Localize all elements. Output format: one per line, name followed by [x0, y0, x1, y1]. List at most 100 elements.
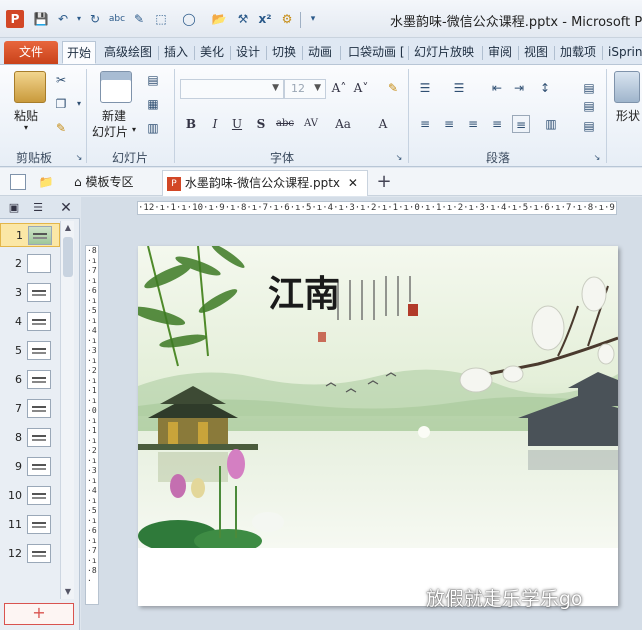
- current-slide[interactable]: 江南: [138, 246, 618, 606]
- slide-thumbnail-1[interactable]: 1: [0, 223, 60, 247]
- powerpoint-logo-icon[interactable]: P: [6, 10, 24, 28]
- text-direction-icon[interactable]: ▤: [580, 79, 598, 97]
- distributed-icon[interactable]: ≡: [512, 115, 530, 133]
- align-text-icon[interactable]: ▤: [580, 97, 598, 115]
- slides-scrollbar[interactable]: ▲ ▼: [60, 221, 74, 599]
- change-case-icon[interactable]: Aa: [334, 115, 352, 133]
- justify-icon[interactable]: ≡: [488, 115, 506, 133]
- close-panel-icon[interactable]: ✕: [56, 199, 76, 217]
- tab-insert[interactable]: 插入: [160, 41, 192, 64]
- copy-icon[interactable]: ❐: [52, 95, 70, 113]
- scrollbar-thumb[interactable]: [63, 237, 73, 277]
- paste-icon[interactable]: [14, 71, 46, 103]
- underline-icon[interactable]: U: [228, 115, 246, 133]
- draw-icon[interactable]: ✎: [130, 10, 148, 28]
- tab-animations[interactable]: 动画: [304, 41, 336, 64]
- font-name-combo[interactable]: ▼: [180, 79, 284, 99]
- tab-slideshow[interactable]: 幻灯片放映: [410, 41, 478, 64]
- paste-dropdown-icon[interactable]: ▾: [24, 123, 28, 132]
- scroll-up-icon[interactable]: ▲: [61, 221, 75, 235]
- font-launcher-icon[interactable]: ↘: [390, 149, 408, 167]
- font-color-icon[interactable]: A: [374, 115, 392, 133]
- slide-thumbnail-3[interactable]: 3: [0, 281, 60, 305]
- customize-dropdown-icon[interactable]: ▾: [304, 10, 322, 28]
- decrease-indent-icon[interactable]: ⇤: [488, 79, 506, 97]
- close-icon[interactable]: ✕: [348, 176, 358, 190]
- add-slide-button[interactable]: +: [4, 603, 74, 625]
- slides-view-icon[interactable]: ▣: [4, 199, 24, 217]
- increase-indent-icon[interactable]: ⇥: [510, 79, 528, 97]
- slide-thumbnail-12[interactable]: 12: [0, 542, 60, 566]
- save-icon[interactable]: 💾: [32, 10, 50, 28]
- format-painter-icon[interactable]: ✎: [52, 119, 70, 137]
- add-tab-icon[interactable]: +: [376, 173, 392, 191]
- tab-view[interactable]: 视图: [520, 41, 552, 64]
- outline-view-icon[interactable]: ☰: [28, 199, 48, 217]
- tab-active-document[interactable]: P 水墨韵味-微信公众课程.pptx ✕: [162, 170, 368, 196]
- italic-icon[interactable]: I: [206, 115, 224, 133]
- horizontal-ruler[interactable]: ·12·ı·1·ı·10·ı·9·ı·8·ı·7·ı·6·ı·5·ı·4·ı·3…: [137, 201, 617, 215]
- tab-home[interactable]: 开始: [62, 41, 97, 64]
- section-icon[interactable]: ▥: [144, 119, 162, 137]
- tab-file[interactable]: 文件: [4, 41, 58, 64]
- bold-icon[interactable]: B: [182, 115, 200, 133]
- new-slide-label-1[interactable]: 新建: [102, 107, 126, 124]
- cut-icon[interactable]: ✂: [52, 71, 70, 89]
- redo-icon[interactable]: ↻: [86, 10, 104, 28]
- bullets-icon[interactable]: ☰: [416, 79, 434, 97]
- shapes-icon[interactable]: ◯: [180, 10, 198, 28]
- paste-label[interactable]: 粘贴: [14, 107, 38, 124]
- tab-advanced-draw[interactable]: 高级绘图: [100, 41, 156, 64]
- vertical-ruler[interactable]: ·8·ı·7·ı·6·ı·5·ı·4·ı·3·ı·2·ı·1·ı·0·ı·1·ı…: [85, 245, 99, 605]
- slide-thumbnail-5[interactable]: 5: [0, 339, 60, 363]
- scroll-down-icon[interactable]: ▼: [61, 585, 75, 599]
- align-left-icon[interactable]: ≡: [416, 115, 434, 133]
- reset-icon[interactable]: ▦: [144, 95, 162, 113]
- new-document-icon[interactable]: [10, 174, 26, 190]
- slide-thumbnail-4[interactable]: 4: [0, 310, 60, 334]
- clear-format-icon[interactable]: ✎: [384, 79, 402, 97]
- char-spacing-icon[interactable]: AV: [302, 115, 320, 133]
- shadow-icon[interactable]: S: [252, 115, 270, 133]
- layout-icon[interactable]: ▤: [144, 71, 162, 89]
- group-icon[interactable]: ⬚: [152, 10, 170, 28]
- slide-thumbnail-8[interactable]: 8: [0, 426, 60, 450]
- grow-font-icon[interactable]: A˄: [330, 79, 348, 97]
- superscript-icon[interactable]: x²: [256, 10, 274, 28]
- slide-thumbnail-6[interactable]: 6: [0, 368, 60, 392]
- align-right-icon[interactable]: ≡: [464, 115, 482, 133]
- font-size-combo[interactable]: 12 ▼: [284, 79, 326, 99]
- tab-ispring[interactable]: iSpring: [604, 41, 642, 64]
- paragraph-launcher-icon[interactable]: ↘: [588, 149, 606, 167]
- slide-thumbnail-10[interactable]: 10: [0, 484, 60, 508]
- tab-pocket-animation[interactable]: 口袋动画 [: [344, 41, 409, 64]
- slide-thumbnail-11[interactable]: 11: [0, 513, 60, 537]
- tab-design[interactable]: 设计: [232, 41, 264, 64]
- tools-icon[interactable]: ⚒: [234, 10, 252, 28]
- slide-thumb-image: [27, 312, 51, 331]
- shapes-icon[interactable]: [614, 71, 640, 103]
- open-folder-icon[interactable]: 📁: [38, 174, 54, 190]
- align-center-icon[interactable]: ≡: [440, 115, 458, 133]
- line-spacing-icon[interactable]: ↕: [536, 79, 554, 97]
- smartart-icon[interactable]: ▤: [580, 117, 598, 135]
- spelling-icon[interactable]: abc: [108, 10, 126, 28]
- tab-transitions[interactable]: 切换: [268, 41, 300, 64]
- open-icon[interactable]: 📂: [210, 10, 228, 28]
- format-painter-icon[interactable]: ⚙: [278, 10, 296, 28]
- tab-review[interactable]: 审阅: [484, 41, 516, 64]
- columns-icon[interactable]: ▥: [542, 115, 560, 133]
- slide-thumbnail-9[interactable]: 9: [0, 455, 60, 479]
- tab-addins[interactable]: 加载项: [556, 41, 600, 64]
- new-slide-label-2[interactable]: 幻灯片: [92, 123, 128, 140]
- slide-thumbnail-7[interactable]: 7: [0, 397, 60, 421]
- numbering-icon[interactable]: ☰: [450, 79, 468, 97]
- slide-thumbnail-2[interactable]: 2: [0, 252, 60, 276]
- tab-template-zone[interactable]: ⌂ 模板专区: [70, 170, 160, 196]
- new-slide-dropdown-icon[interactable]: ▾: [132, 125, 136, 134]
- shrink-font-icon[interactable]: A˅: [352, 79, 370, 97]
- strikethrough-icon[interactable]: abc: [276, 115, 294, 133]
- new-slide-icon[interactable]: [100, 71, 132, 103]
- shapes-label[interactable]: 形状: [616, 107, 640, 124]
- tab-beautify[interactable]: 美化: [196, 41, 228, 64]
